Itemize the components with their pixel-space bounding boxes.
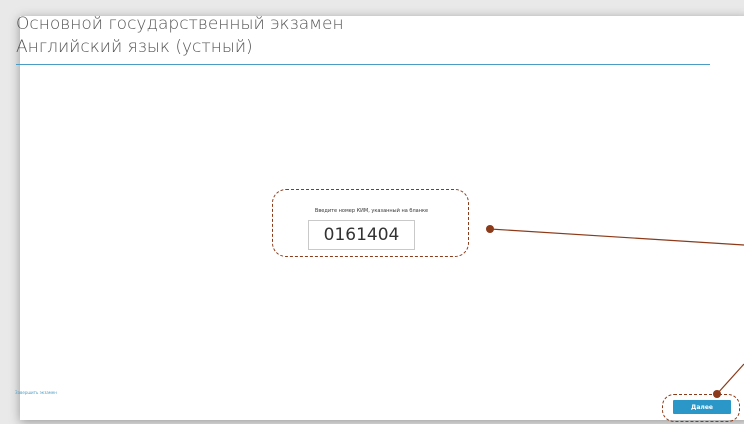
kim-field-label: Введите номер КИМ, указанный на бланке bbox=[314, 208, 429, 214]
exam-title: Основной государственный экзамен bbox=[16, 14, 344, 34]
kim-number-input[interactable] bbox=[308, 220, 415, 250]
next-connector-dot bbox=[713, 390, 721, 398]
header-divider bbox=[16, 64, 710, 65]
exam-subject: Английский язык (устный) bbox=[16, 37, 253, 57]
finish-exam-link[interactable]: Завершить экзамен bbox=[15, 390, 57, 395]
next-button[interactable]: Далее bbox=[673, 400, 731, 414]
kim-connector-dot bbox=[486, 225, 494, 233]
